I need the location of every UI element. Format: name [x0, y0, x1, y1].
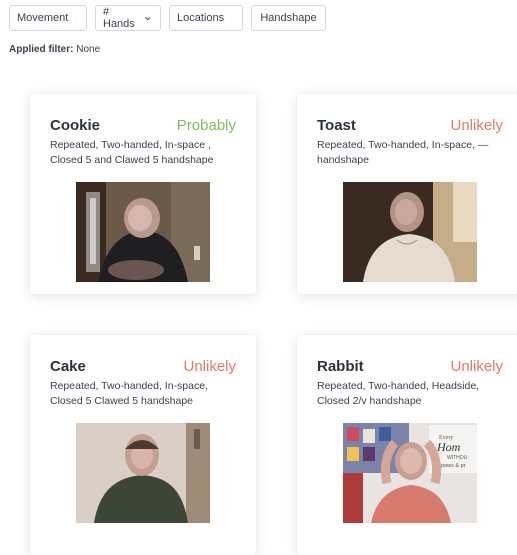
- likelihood-status: Unlikely: [450, 358, 503, 375]
- photo-poster-text: paws & pr: [441, 463, 466, 469]
- applied-filter-value: None: [73, 44, 101, 55]
- card-header: Cake Unlikely: [50, 358, 236, 375]
- applied-filter-label: Applied filter:: [9, 44, 74, 55]
- chevron-down-icon: [231, 17, 233, 19]
- sign-video-thumbnail[interactable]: [76, 182, 210, 282]
- photo-poster-text: Hom: [436, 440, 461, 454]
- card-description: Repeated, Two-handed, In-space, — handsh…: [317, 139, 489, 166]
- card-title: Rabbit: [317, 358, 364, 375]
- card-description: Repeated, Two-handed, In-space, Closed 5…: [50, 380, 208, 407]
- applied-filter-text: Applied filter: None: [9, 44, 100, 55]
- card-header: Cookie Probably: [50, 117, 236, 134]
- sign-video-thumbnail[interactable]: Every Hom WITHOU paws & pr: [343, 423, 477, 523]
- sign-card-cake[interactable]: Cake Unlikely Repeated, Two-handed, In-s…: [30, 335, 256, 555]
- card-header: Rabbit Unlikely: [317, 358, 503, 375]
- hands-filter-label: # Hands: [103, 6, 135, 30]
- card-header: Toast Unlikely: [317, 117, 503, 134]
- chevron-down-icon: [144, 16, 150, 20]
- person-photo: [76, 182, 210, 282]
- handshape-filter-button[interactable]: Handshape: [251, 5, 326, 31]
- locations-filter-label: Locations: [177, 12, 225, 24]
- hands-filter-dropdown[interactable]: # Hands: [95, 5, 161, 31]
- card-description: Repeated, Two-handed, In-space , Closed …: [50, 139, 214, 166]
- chevron-down-icon: [75, 17, 77, 19]
- sign-video-thumbnail[interactable]: [76, 423, 210, 523]
- sign-card-toast[interactable]: Toast Unlikely Repeated, Two-handed, In-…: [297, 94, 517, 294]
- card-description: Repeated, Two-handed, Headside, Closed 2…: [317, 380, 480, 407]
- sign-video-thumbnail[interactable]: [343, 182, 477, 282]
- movement-filter-dropdown[interactable]: Movement: [9, 5, 87, 31]
- movement-filter-label: Movement: [17, 12, 69, 24]
- likelihood-status: Unlikely: [183, 358, 236, 375]
- person-photo: [343, 182, 477, 282]
- sign-card-rabbit[interactable]: Rabbit Unlikely Repeated, Two-handed, He…: [297, 335, 517, 555]
- handshape-filter-label: Handshape: [260, 12, 317, 24]
- person-photo: [76, 423, 210, 523]
- card-title: Cookie: [50, 117, 101, 134]
- likelihood-status: Unlikely: [450, 117, 503, 134]
- locations-filter-dropdown[interactable]: Locations: [169, 5, 243, 31]
- card-title: Cake: [50, 358, 86, 375]
- likelihood-status: Probably: [176, 117, 236, 134]
- person-photo: Every Hom WITHOU paws & pr: [343, 423, 477, 523]
- photo-poster-text: WITHOU: [447, 455, 468, 461]
- sign-card-cookie[interactable]: Cookie Probably Repeated, Two-handed, In…: [30, 94, 256, 294]
- filter-bar: Movement # Hands Locations Handshape: [9, 5, 326, 31]
- card-title: Toast: [317, 117, 356, 134]
